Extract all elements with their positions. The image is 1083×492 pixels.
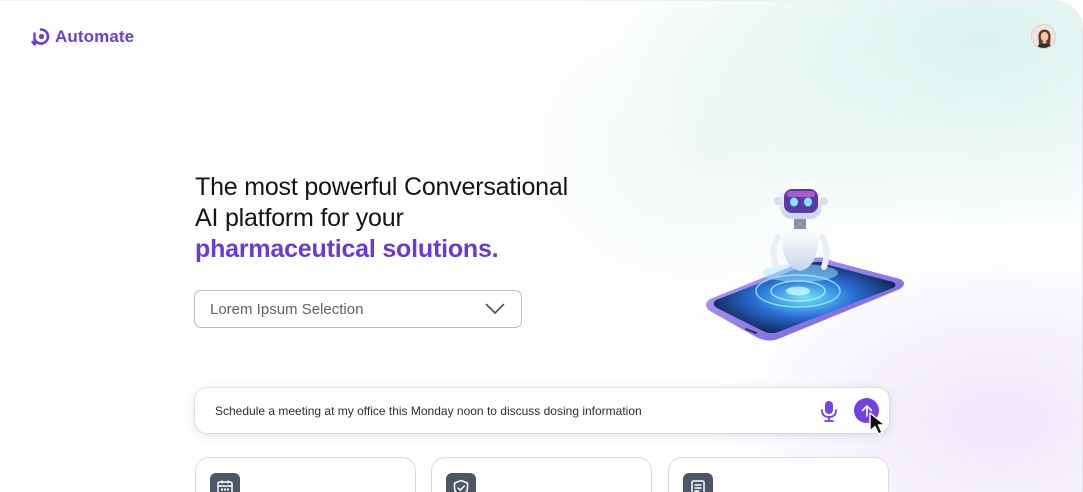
- suggestion-card-1[interactable]: [195, 457, 416, 492]
- checklist-icon: [691, 480, 705, 492]
- suggestion-card-2[interactable]: [431, 457, 652, 492]
- app-frame: Automate The most powerful Conversationa…: [0, 0, 1083, 492]
- robot-phone-illustration: [706, 183, 904, 341]
- hero-line-1: The most powerful Conversational: [195, 173, 568, 201]
- brand-logo[interactable]: Automate: [31, 27, 134, 47]
- logo-text: Automate: [55, 27, 135, 46]
- hero-heading: The most powerful Conversational AI plat…: [195, 172, 665, 265]
- hero-accent-line: pharmaceutical solutions.: [195, 235, 499, 263]
- card-icon-wrap: [446, 473, 476, 492]
- prompt-bar[interactable]: Schedule a meeting at my office this Mon…: [195, 388, 889, 433]
- card-icon-wrap: [210, 473, 240, 492]
- card-icon-wrap: [683, 473, 713, 492]
- calendar-icon: [217, 480, 233, 492]
- prompt-input-text[interactable]: Schedule a meeting at my office this Mon…: [215, 404, 889, 418]
- chevron-down-icon: [485, 303, 505, 314]
- shield-check-icon: [453, 479, 469, 492]
- hero-line-2: AI platform for your: [195, 204, 404, 232]
- avatar-icon: [1032, 25, 1055, 48]
- solution-select[interactable]: Lorem Ipsum Selection: [194, 290, 522, 328]
- user-avatar[interactable]: [1031, 24, 1056, 49]
- automate-logo-icon: [31, 28, 50, 46]
- mouse-pointer-icon: [869, 412, 886, 435]
- microphone-icon[interactable]: [820, 400, 838, 422]
- suggestion-card-3[interactable]: [668, 457, 889, 492]
- select-value: Lorem Ipsum Selection: [210, 300, 364, 318]
